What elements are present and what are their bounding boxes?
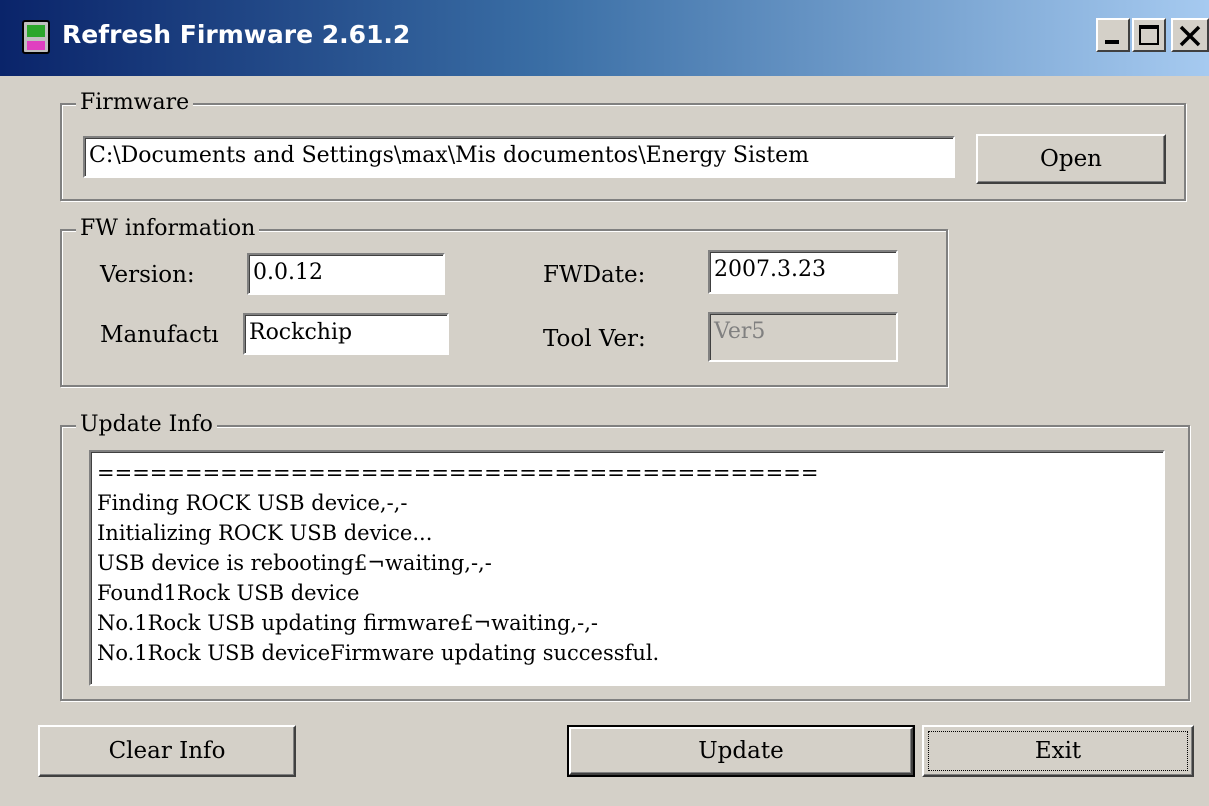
maximize-icon (1139, 25, 1159, 45)
minimize-button[interactable] (1096, 18, 1130, 52)
log-line: ========================================… (97, 461, 819, 485)
firmware-group-label: Firmware (76, 89, 194, 117)
refresh-firmware-window: Refresh Firmware 2.61.2 Firmware C:\Docu… (0, 0, 1209, 806)
manufacturer-label: Manufactı (100, 322, 219, 348)
log-line: Initializing ROCK USB device... (97, 521, 433, 545)
minimize-icon (1105, 40, 1119, 44)
toolver-field: Ver5 (708, 312, 898, 362)
handheld-player-icon (22, 20, 50, 54)
open-button-label: Open (1039, 146, 1102, 172)
version-field[interactable]: 0.0.12 (247, 253, 445, 295)
close-icon (1179, 25, 1201, 47)
update-info-group-label: Update Info (76, 411, 217, 439)
manufacturer-field[interactable]: Rockchip (243, 313, 449, 355)
fwdate-field[interactable]: 2007.3.23 (708, 250, 898, 294)
log-line: Finding ROCK USB device,-,- (97, 491, 408, 515)
fwdate-label: FWDate: (543, 262, 646, 288)
focus-ring (928, 731, 1188, 771)
log-line: USB device is rebooting£¬waiting,-,- (97, 551, 492, 575)
update-button[interactable]: Update (567, 725, 915, 777)
clear-info-button-label: Clear Info (108, 738, 226, 764)
open-button[interactable]: Open (976, 134, 1166, 184)
clear-info-button[interactable]: Clear Info (38, 725, 296, 777)
toolver-label: Tool Ver: (543, 326, 646, 352)
log-line: No.1Rock USB deviceFirmware updating suc… (97, 641, 660, 665)
fw-information-group-label: FW information (76, 215, 260, 243)
log-line: No.1Rock USB updating firmware£¬waiting,… (97, 611, 598, 635)
update-button-label: Update (698, 738, 784, 764)
close-button[interactable] (1171, 18, 1209, 52)
exit-button[interactable]: Exit (922, 725, 1194, 777)
update-info-log[interactable]: ========================================… (89, 450, 1165, 686)
firmware-path-input[interactable]: C:\Documents and Settings\max\Mis docume… (83, 136, 955, 178)
window-title: Refresh Firmware 2.61.2 (62, 20, 411, 49)
log-line: Found1Rock USB device (97, 581, 360, 605)
version-label: Version: (100, 262, 195, 288)
title-bar[interactable]: Refresh Firmware 2.61.2 (0, 0, 1209, 76)
maximize-button[interactable] (1132, 18, 1166, 52)
